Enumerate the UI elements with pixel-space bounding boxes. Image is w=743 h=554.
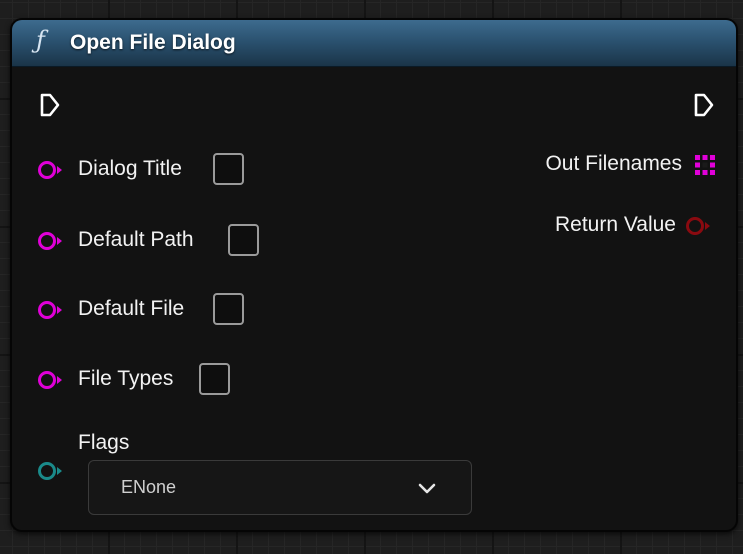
flags-pin-icon[interactable] — [36, 460, 66, 482]
dialog-title-pin-icon[interactable] — [36, 159, 66, 181]
file-types-pin-icon[interactable] — [36, 369, 66, 391]
graph-canvas[interactable]: ƒ Open File Dialog Dialog Title Default … — [0, 0, 743, 554]
flags-selected-value: ENone — [121, 477, 177, 497]
file-types-input[interactable] — [199, 363, 230, 395]
default-file-label: Default File — [78, 297, 185, 320]
return-value-label: Return Value — [554, 213, 676, 236]
default-file-input[interactable] — [213, 293, 244, 325]
node-header[interactable]: ƒ Open File Dialog — [12, 20, 736, 67]
exec-out-pin-icon[interactable] — [692, 92, 716, 118]
default-path-label: Default Path — [78, 228, 194, 251]
exec-in-pin-icon[interactable] — [38, 92, 62, 118]
dialog-title-input[interactable] — [213, 153, 244, 185]
default-path-input[interactable] — [228, 224, 259, 256]
return-value-pin-icon[interactable] — [684, 215, 714, 237]
node-title: Open File Dialog — [70, 31, 236, 54]
flags-label: Flags — [78, 431, 130, 454]
out-filenames-array-pin-icon[interactable] — [694, 154, 716, 176]
flags-dropdown[interactable]: ENone — [88, 460, 472, 515]
open-file-dialog-node[interactable]: ƒ Open File Dialog Dialog Title Default … — [10, 18, 738, 532]
default-path-pin-icon[interactable] — [36, 230, 66, 252]
chevron-down-icon — [418, 483, 436, 494]
function-icon: ƒ — [36, 26, 45, 54]
file-types-label: File Types — [78, 367, 174, 390]
out-filenames-label: Out Filenames — [545, 152, 682, 175]
default-file-pin-icon[interactable] — [36, 299, 66, 321]
dialog-title-label: Dialog Title — [78, 157, 182, 180]
